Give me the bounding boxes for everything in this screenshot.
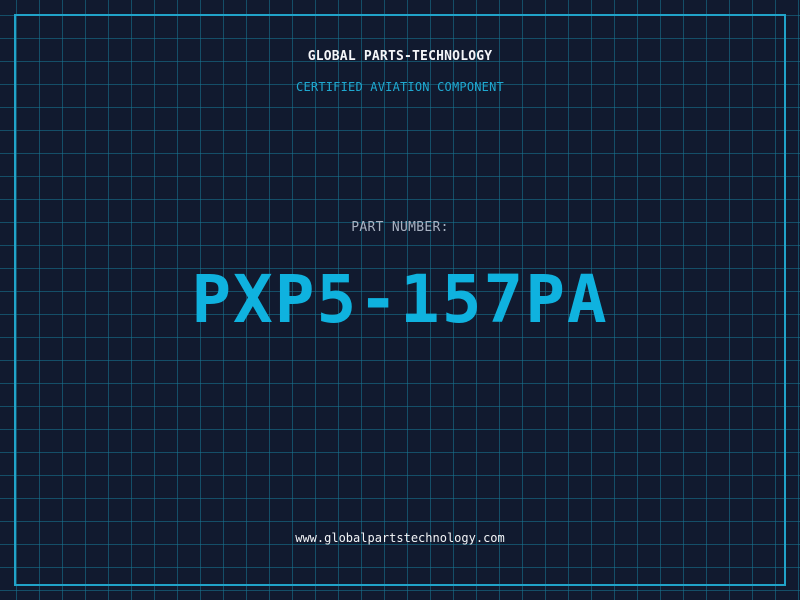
part-number-value: PXP5-157PA xyxy=(191,261,609,338)
certification-subtitle: CERTIFIED AVIATION COMPONENT xyxy=(296,80,504,94)
part-label-canvas: GLOBAL PARTS-TECHNOLOGY CERTIFIED AVIATI… xyxy=(0,0,800,600)
part-number-label: PART NUMBER: xyxy=(351,220,449,235)
company-name: GLOBAL PARTS-TECHNOLOGY xyxy=(307,49,493,64)
website-url: www.globalpartstechnology.com xyxy=(295,531,505,545)
